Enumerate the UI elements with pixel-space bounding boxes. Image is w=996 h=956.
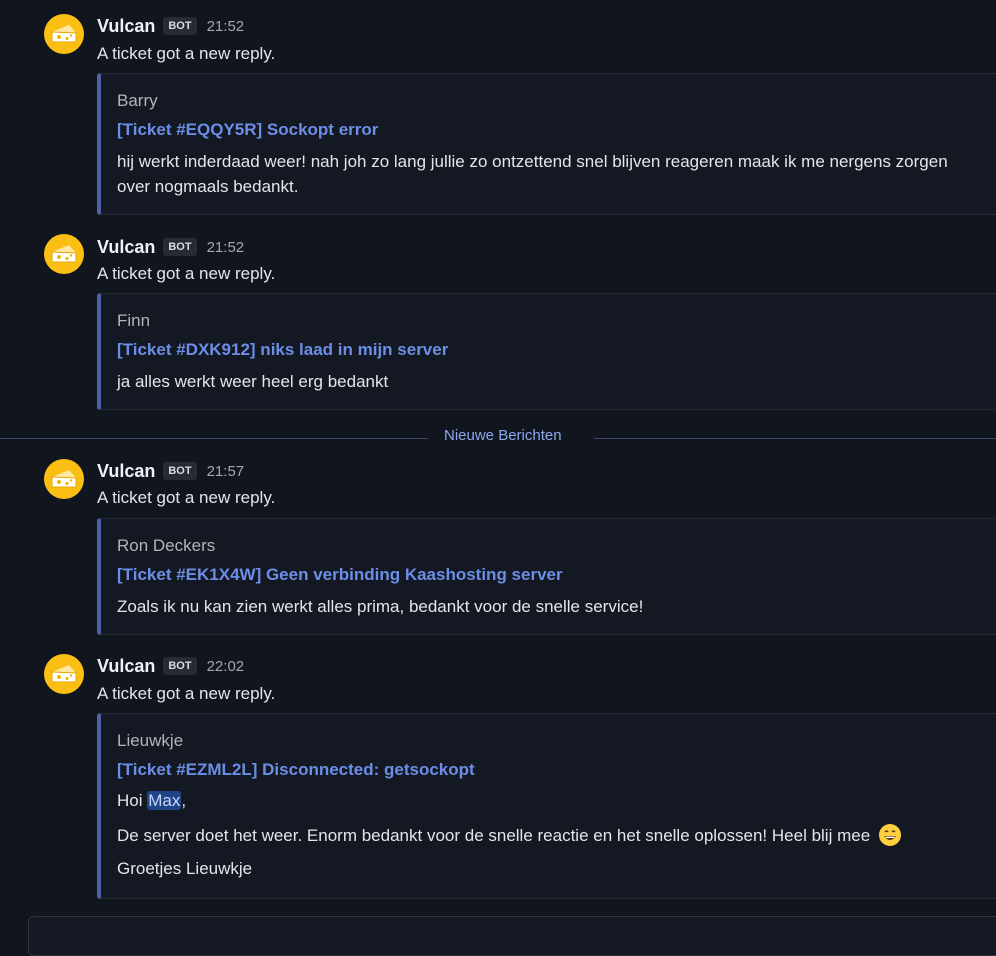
timestamp[interactable]: 21:52 [207, 239, 245, 256]
new-messages-label: Nieuwe Berichten [444, 427, 562, 444]
embed-description: Zoals ik nu kan zien werkt alles prima, … [117, 597, 644, 616]
greeting-suffix: , [181, 791, 187, 810]
avatar[interactable] [44, 14, 84, 54]
message-header: Vulcan BOT 21:52 [97, 235, 244, 259]
message-input[interactable] [28, 916, 996, 956]
divider-line [594, 438, 996, 439]
message-header: Vulcan BOT 21:52 [97, 14, 244, 38]
cheese-icon [51, 665, 77, 683]
username[interactable]: Vulcan [97, 237, 155, 258]
username[interactable]: Vulcan [97, 461, 155, 482]
embed: Barry [Ticket #EQQY5R] Sockopt error hij… [97, 73, 996, 215]
embed: Finn [Ticket #DXK912] niks laad in mijn … [97, 293, 996, 410]
embed-title-link[interactable]: [Ticket #EZML2L] Disconnected: getsockop… [117, 760, 475, 780]
timestamp[interactable]: 21:52 [207, 18, 245, 35]
cheese-icon [51, 245, 77, 263]
divider-line [0, 438, 428, 439]
bot-badge: BOT [163, 17, 197, 35]
embed-author: Lieuwkje [117, 731, 184, 750]
embed-description: hij werkt inderdaad weer! nah joh zo lan… [117, 152, 948, 196]
embed: Ron Deckers [Ticket #EK1X4W] Geen verbin… [97, 518, 996, 635]
avatar[interactable] [44, 459, 84, 499]
user-mention[interactable]: Max [147, 791, 182, 810]
greeting-text: Hoi [117, 791, 143, 810]
body-text: De server doet het weer. Enorm bedankt v… [117, 826, 871, 845]
embed-title-link[interactable]: [Ticket #EK1X4W] Geen verbinding Kaashos… [117, 565, 563, 585]
message-content: A ticket got a new reply. [97, 44, 276, 63]
embed-author: Finn [117, 311, 151, 330]
avatar[interactable] [44, 654, 84, 694]
embed-description: ja alles werkt weer heel erg bedankt [117, 372, 389, 391]
embed-greeting-line: Hoi Max, [117, 791, 186, 811]
embed-title-link[interactable]: [Ticket #DXK912] niks laad in mijn serve… [117, 340, 448, 360]
username[interactable]: Vulcan [97, 16, 155, 37]
bot-badge: BOT [163, 657, 197, 675]
embed-body-line: De server doet het weer. Enorm bedankt v… [117, 824, 901, 846]
new-messages-divider: Nieuwe Berichten [0, 426, 996, 450]
grinning-face-emoji-icon [878, 824, 901, 846]
message-content: A ticket got a new reply. [97, 684, 276, 703]
timestamp[interactable]: 22:02 [207, 658, 245, 675]
cheese-icon [51, 470, 77, 488]
embed-author: Barry [117, 91, 158, 110]
cheese-icon [51, 25, 77, 43]
bot-badge: BOT [163, 238, 197, 256]
message-header: Vulcan BOT 22:02 [97, 654, 244, 678]
timestamp[interactable]: 21:57 [207, 463, 245, 480]
embed-signoff-line: Groetjes Lieuwkje [117, 859, 253, 878]
embed: Lieuwkje [Ticket #EZML2L] Disconnected: … [97, 713, 996, 899]
message-content: A ticket got a new reply. [97, 264, 276, 283]
bot-badge: BOT [163, 462, 197, 480]
message-header: Vulcan BOT 21:57 [97, 459, 244, 483]
avatar[interactable] [44, 234, 84, 274]
embed-author: Ron Deckers [117, 536, 216, 555]
username[interactable]: Vulcan [97, 656, 155, 677]
message-content: A ticket got a new reply. [97, 488, 276, 507]
embed-title-link[interactable]: [Ticket #EQQY5R] Sockopt error [117, 120, 378, 140]
